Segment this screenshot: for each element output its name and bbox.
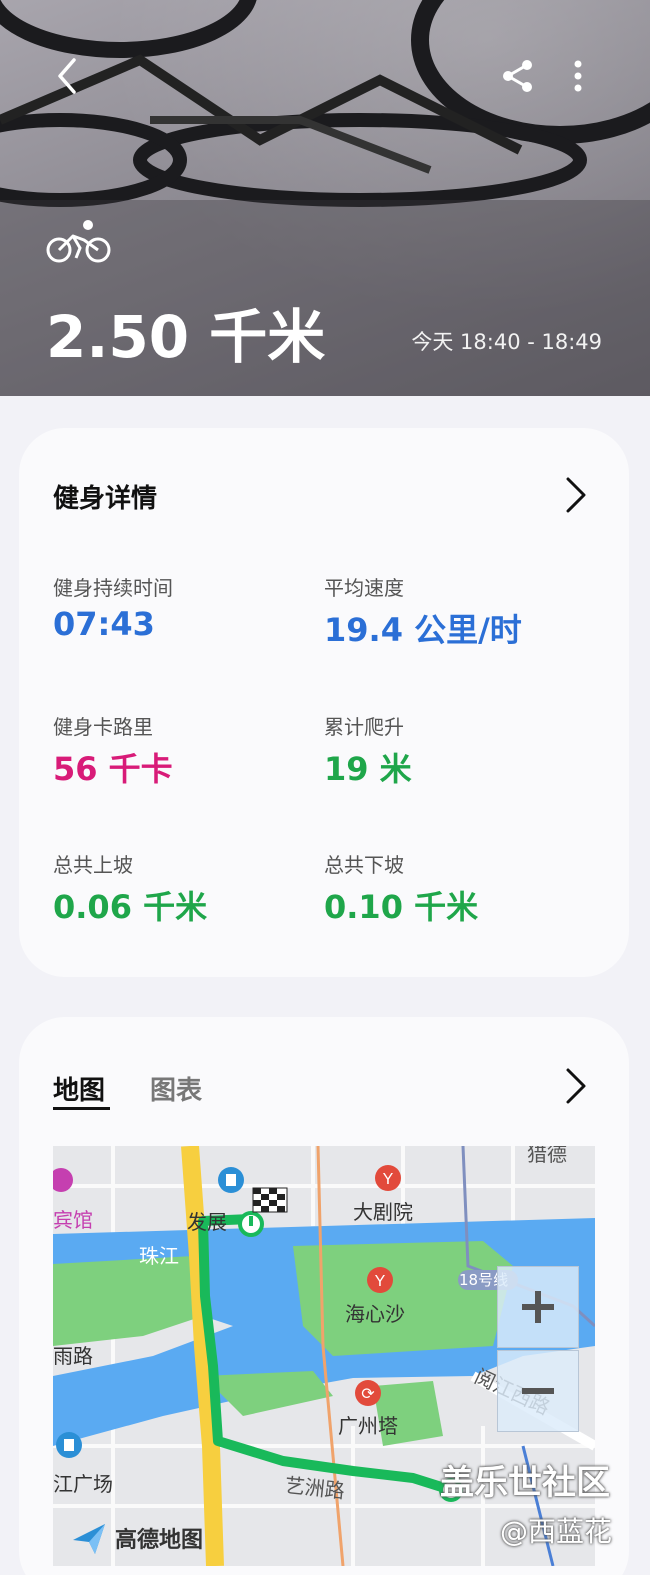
share-button[interactable]: [496, 54, 540, 98]
metro-pin-icon: Y: [375, 1165, 401, 1191]
map-label-road: 雨路: [53, 1344, 93, 1368]
svg-text:Y: Y: [375, 1273, 386, 1290]
details-chevron-icon[interactable]: [560, 475, 590, 515]
watermark-author: @西蓝花: [500, 1515, 613, 1548]
map-label-yizhou-road: 艺洲路: [283, 1472, 346, 1504]
elevation-gain-value: 19 米: [324, 750, 412, 788]
share-icon: [503, 60, 532, 92]
duration-value: 07:43: [53, 605, 155, 643]
more-options-button[interactable]: [556, 54, 600, 98]
cycling-icon: [46, 220, 111, 263]
map-chevron-icon[interactable]: [560, 1066, 590, 1106]
svg-text:Y: Y: [383, 1171, 394, 1188]
hotel-pin-icon: [53, 1168, 73, 1192]
map-label-grand-theatre: 大剧院: [353, 1200, 413, 1224]
back-button[interactable]: [44, 54, 88, 98]
svg-text:⟳: ⟳: [361, 1386, 375, 1403]
map-label-hotel: 宾馆: [53, 1208, 93, 1232]
map-provider-name: 高德地图: [115, 1528, 204, 1553]
zoom-in-button[interactable]: [497, 1266, 579, 1348]
calories-value: 56 千卡: [53, 750, 173, 788]
tab-chart[interactable]: 图表: [150, 1070, 202, 1107]
elevation-gain-label: 累计爬升: [324, 715, 404, 739]
total-uphill-value: 0.06 千米: [53, 888, 208, 926]
details-title: 健身详情: [53, 484, 158, 514]
total-uphill-label: 总共上坡: [53, 853, 133, 877]
metro-pin-icon: Y: [367, 1267, 393, 1293]
map-provider-logo: 高德地图: [69, 1520, 203, 1556]
zoom-out-button[interactable]: [497, 1350, 579, 1432]
map-label-zhujiang: 珠江: [139, 1244, 179, 1268]
bank-pin-icon: [56, 1432, 82, 1458]
total-downhill-value: 0.10 千米: [324, 888, 479, 926]
tab-map[interactable]: 地图: [53, 1070, 105, 1107]
total-downhill-label: 总共下坡: [324, 853, 404, 877]
duration-label: 健身持续时间: [53, 576, 173, 600]
active-tab-indicator: [53, 1107, 110, 1110]
distance-value: 2.50 千米: [46, 303, 326, 371]
finish-flag-icon: [252, 1187, 288, 1213]
hero-banner: 2.50 千米 今天 18:40 - 18:49: [0, 0, 650, 396]
map-label-guangzhou-tower: 广州塔: [338, 1414, 398, 1438]
amap-logo-icon: [73, 1524, 105, 1554]
more-vertical-icon: [574, 60, 582, 92]
tower-pin-icon: ⟳: [355, 1380, 381, 1406]
calories-label: 健身卡路里: [53, 715, 153, 739]
building-pin-icon: [218, 1167, 244, 1193]
workout-time-range: 今天 18:40 - 18:49: [411, 330, 602, 354]
back-arrow-icon: [58, 58, 76, 94]
watermark-text: 盖乐世社区: [440, 1463, 610, 1503]
map-label-square: 江广场: [53, 1472, 113, 1496]
avg-speed-label: 平均速度: [324, 576, 404, 600]
plus-icon: [522, 1291, 554, 1323]
map-label-haixinsha: 海心沙: [345, 1302, 405, 1326]
minus-icon: [522, 1388, 554, 1394]
avg-speed-value: 19.4 公里/时: [324, 611, 522, 649]
map-label-top: 猎德: [527, 1146, 567, 1166]
map-label-fazhan: 发展: [187, 1210, 227, 1234]
